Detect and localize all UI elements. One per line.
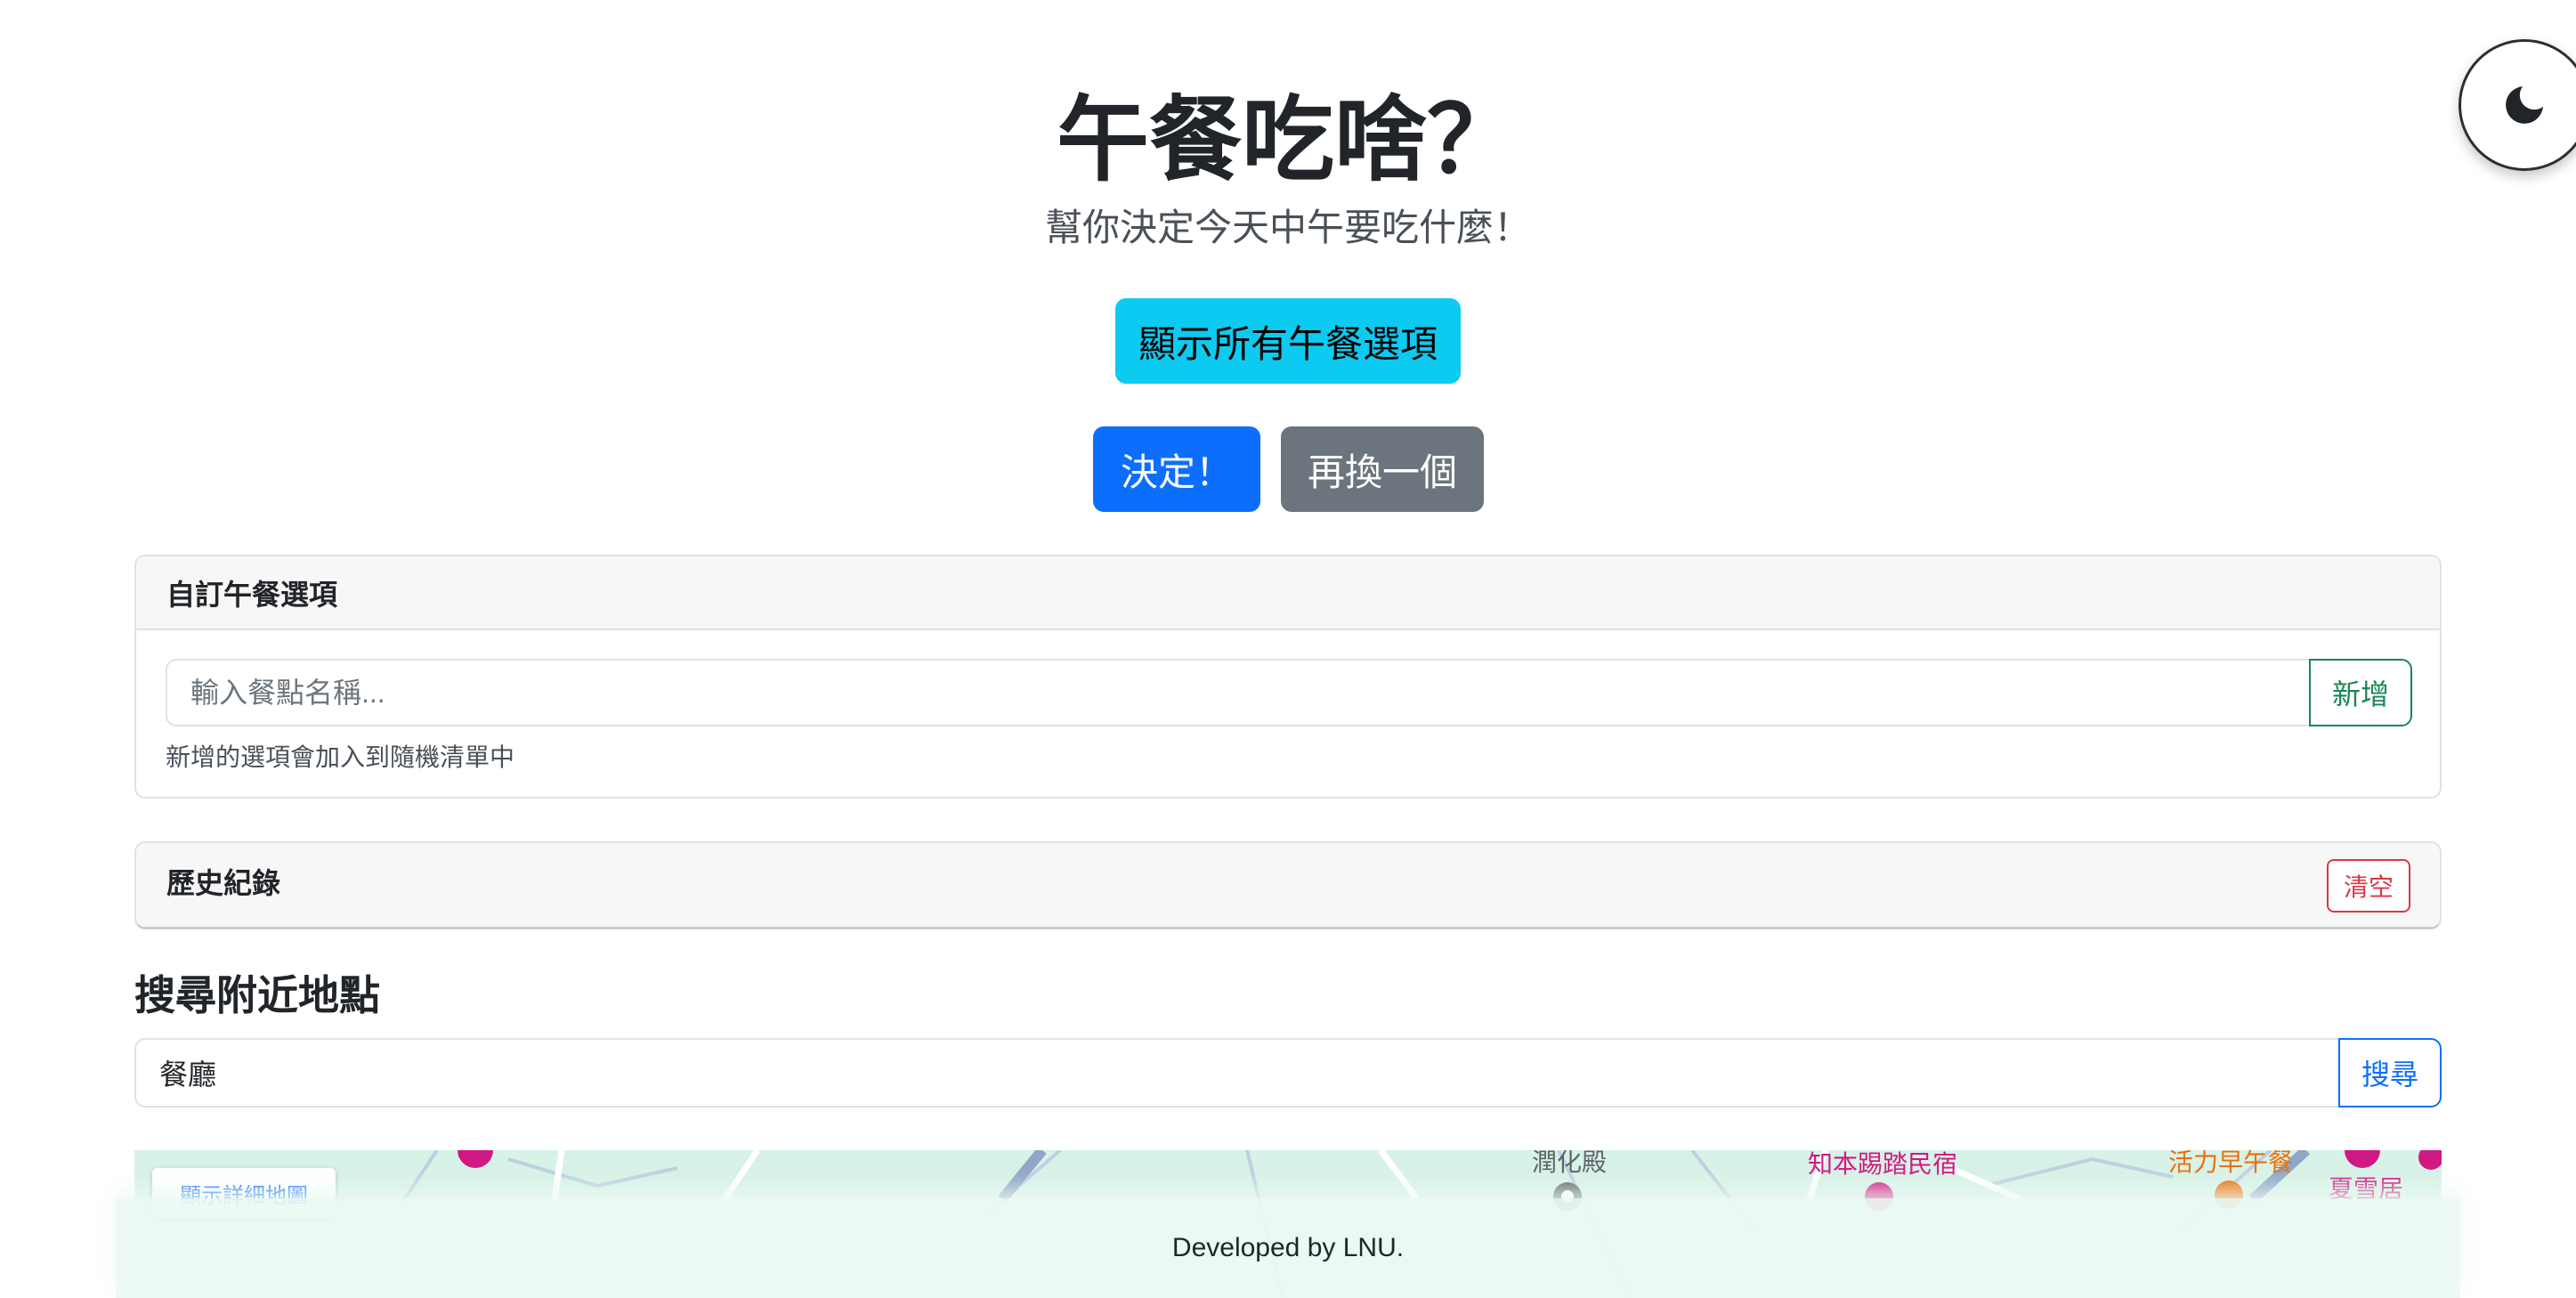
map-place-label[interactable]: 潤化殿 <box>1532 1150 1607 1179</box>
search-button[interactable]: 搜尋 <box>2338 1038 2442 1107</box>
history-card: 歷史紀錄 清空 <box>134 841 2442 929</box>
nearby-search-group: 搜尋 <box>134 1038 2442 1107</box>
page: 午餐吃啥？ 幫你決定今天中午要吃什麼！ 顯示所有午餐選項 決定！ 再換一個 自訂… <box>0 0 2576 1298</box>
nearby-search-input[interactable] <box>134 1038 2338 1107</box>
clear-history-button[interactable]: 清空 <box>2327 859 2410 913</box>
custom-option-input-group: 新增 <box>166 659 2412 726</box>
custom-options-help-text: 新增的選項會加入到隨機清單中 <box>166 743 515 771</box>
page-title: 午餐吃啥？ <box>1056 89 1519 192</box>
custom-options-card: 自訂午餐選項 新增 新增的選項會加入到隨機清單中 <box>134 555 2442 799</box>
show-all-options-button[interactable]: 顯示所有午餐選項 <box>1115 298 1461 384</box>
decide-button[interactable]: 決定！ <box>1093 426 1260 512</box>
meal-name-input[interactable] <box>166 659 2309 726</box>
page-subtitle: 幫你決定今天中午要吃什麼！ <box>1044 207 1531 248</box>
add-option-button[interactable]: 新增 <box>2309 659 2412 726</box>
map-place-label[interactable]: 知本踢踏民宿 <box>1808 1150 1957 1180</box>
map-place-label[interactable]: 活力早午餐 <box>2168 1150 2293 1179</box>
pick-another-button[interactable]: 再換一個 <box>1281 426 1484 512</box>
history-title: 歷史紀錄 <box>166 867 281 899</box>
footer: Developed by LNU. <box>116 1198 2460 1298</box>
nearby-search-title: 搜尋附近地點 <box>134 972 380 1018</box>
custom-options-header: 自訂午餐選項 <box>136 556 2440 630</box>
